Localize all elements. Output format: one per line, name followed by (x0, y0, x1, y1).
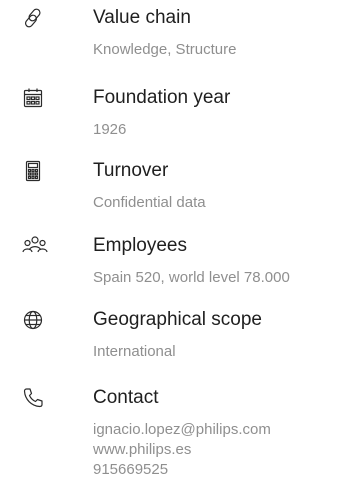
geographical-scope-value: International (93, 343, 176, 360)
turnover-title: Turnover (93, 160, 169, 181)
calendar-icon (22, 87, 44, 109)
contact-email-link[interactable]: ignacio.lopez@philips.com (93, 420, 271, 440)
foundation-year-title: Foundation year (93, 87, 231, 108)
calculator-icon (22, 160, 44, 182)
employees-value: Spain 520, world level 78.000 (93, 269, 290, 286)
contact-phone-link[interactable]: 915669525 (93, 460, 271, 480)
value-chain-value: Knowledge, Structure (93, 41, 237, 58)
employees-title: Employees (93, 235, 187, 256)
contact-details: ignacio.lopez@philips.com www.philips.es… (93, 420, 271, 480)
people-icon (22, 235, 48, 257)
link-icon (22, 7, 44, 29)
contact-title: Contact (93, 387, 159, 408)
phone-icon (22, 387, 44, 409)
turnover-value: Confidential data (93, 194, 206, 211)
contact-website-link[interactable]: www.philips.es (93, 440, 271, 460)
value-chain-title: Value chain (93, 7, 191, 28)
globe-icon (22, 309, 44, 331)
company-info-panel: Value chain Knowledge, Structure Foundat… (0, 0, 350, 498)
geographical-scope-title: Geographical scope (93, 309, 262, 330)
foundation-year-value: 1926 (93, 121, 127, 138)
